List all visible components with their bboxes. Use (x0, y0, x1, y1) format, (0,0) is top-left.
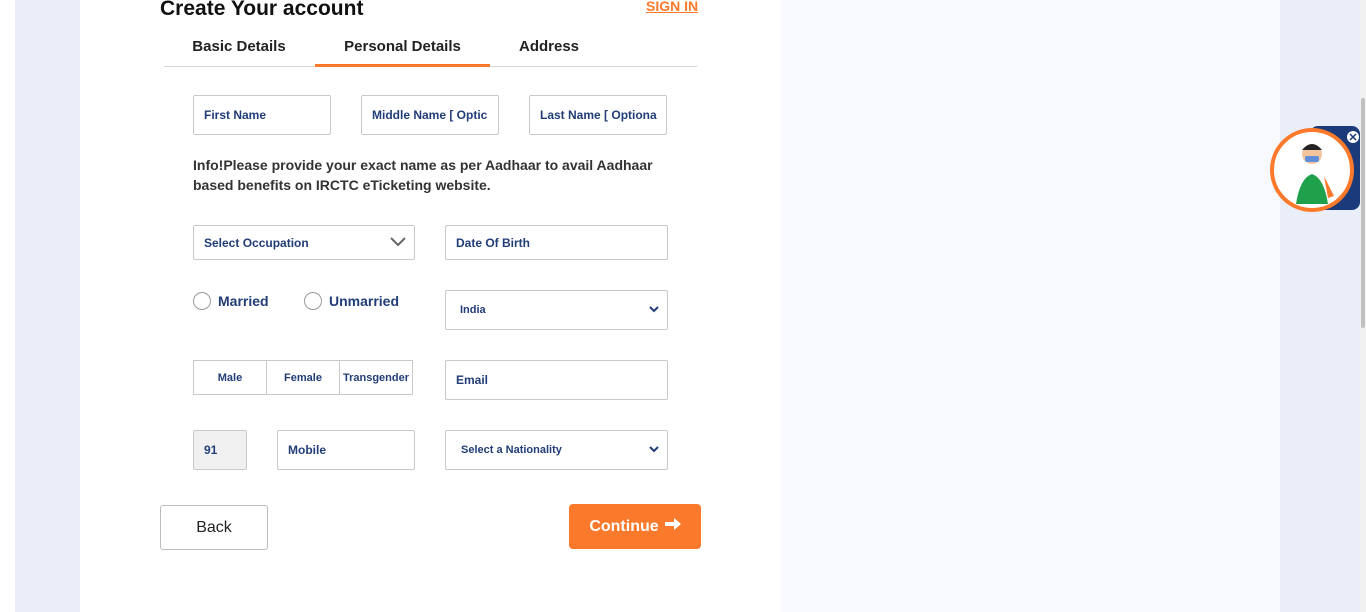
radio-circle[interactable] (193, 292, 211, 310)
chevron-down-icon (649, 444, 659, 456)
gender-transgender-button[interactable]: Transgender (339, 360, 413, 395)
mobile-placeholder: Mobile (288, 443, 326, 457)
email-placeholder: Email (456, 373, 489, 387)
middle-name-placeholder: Middle Name [ Optic (372, 108, 488, 122)
assistant-widget[interactable] (1270, 126, 1360, 214)
page-title: Create Your account (160, 0, 364, 20)
isd-code-value: 91 (204, 443, 218, 457)
married-label: Married (218, 293, 269, 309)
dob-placeholder: Date Of Birth (456, 235, 531, 250)
first-name-field[interactable]: First Name (193, 95, 331, 135)
right-panel (781, 0, 1280, 612)
last-name-field[interactable]: Last Name [ Optiona (529, 95, 667, 135)
country-value: India (460, 304, 486, 316)
right-gutter (1280, 0, 1360, 612)
aadhaar-info-text: Info!Please provide your exact name as p… (193, 157, 653, 193)
married-radio[interactable]: Married (193, 292, 269, 310)
nationality-select[interactable]: Select a Nationality (445, 430, 668, 470)
sign-in-link[interactable]: SIGN IN (646, 0, 698, 14)
occupation-value: Select Occupation (204, 235, 309, 250)
first-name-placeholder: First Name (204, 108, 267, 122)
country-select[interactable]: India (445, 290, 668, 330)
gender-female-button[interactable]: Female (266, 360, 340, 395)
email-field[interactable]: Email (445, 360, 668, 400)
isd-code-field: 91 (193, 430, 247, 470)
continue-label: Continue (589, 517, 659, 535)
continue-button[interactable]: Continue (569, 504, 701, 549)
radio-circle[interactable] (304, 292, 322, 310)
back-button[interactable]: Back (160, 505, 268, 550)
tab-personal-details[interactable]: Personal Details (315, 36, 490, 66)
last-name-placeholder: Last Name [ Optiona (540, 108, 657, 122)
tab-basic-details[interactable]: Basic Details (164, 36, 314, 66)
arrow-right-icon (664, 517, 681, 536)
mobile-field[interactable]: Mobile (277, 430, 415, 470)
occupation-select[interactable]: Select Occupation (193, 225, 415, 260)
active-tab-indicator (315, 64, 490, 67)
chevron-down-icon (390, 236, 406, 250)
date-of-birth-field[interactable]: Date Of Birth (445, 225, 668, 260)
nationality-value: Select a Nationality (461, 444, 562, 456)
tab-address[interactable]: Address (490, 36, 608, 66)
gender-male-button[interactable]: Male (193, 360, 267, 395)
unmarried-label: Unmarried (329, 293, 400, 309)
middle-name-field[interactable]: Middle Name [ Optic (361, 95, 499, 135)
left-gutter (15, 0, 80, 612)
unmarried-radio[interactable]: Unmarried (304, 292, 399, 310)
scrollbar-thumb[interactable] (1361, 98, 1365, 328)
close-icon[interactable] (1346, 130, 1360, 144)
chevron-down-icon (649, 304, 659, 316)
